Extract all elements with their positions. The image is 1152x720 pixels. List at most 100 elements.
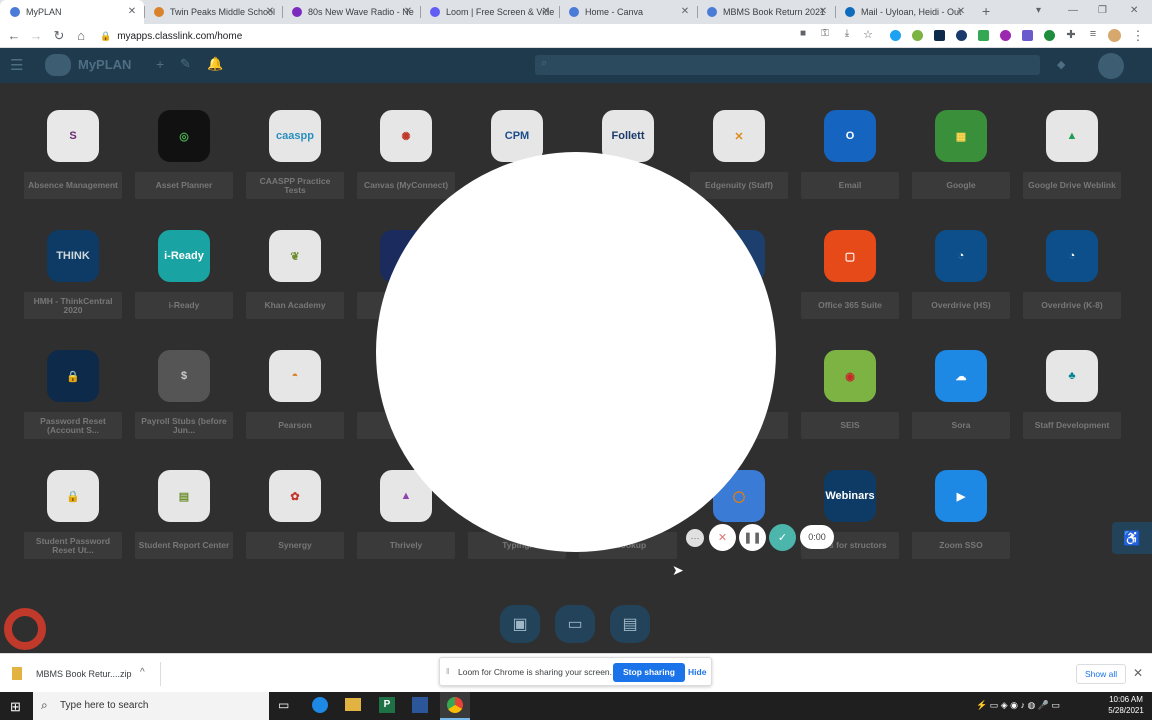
hide-button[interactable]: Hide bbox=[688, 667, 706, 677]
tab-close-icon[interactable]: ✕ bbox=[540, 6, 552, 17]
taskbar-search[interactable]: ⌕ Type here to search bbox=[33, 692, 269, 720]
tab[interactable]: Home - Canva ✕ bbox=[559, 0, 697, 24]
app-label: Absence Management bbox=[24, 172, 122, 199]
extension-icon[interactable] bbox=[890, 30, 901, 41]
tab[interactable]: MBMS Book Return 2021 ✕ bbox=[697, 0, 835, 24]
add-icon[interactable]: + bbox=[156, 56, 164, 72]
edit-icon[interactable]: ✎ bbox=[180, 56, 191, 72]
tab-separator bbox=[835, 6, 836, 18]
tab[interactable]: Loom | Free Screen & Vide ✕ bbox=[420, 0, 558, 24]
back-icon[interactable]: ← bbox=[6, 28, 22, 43]
loom-pause-button[interactable]: ❚❚ bbox=[739, 524, 766, 551]
system-tray-icons[interactable]: ⚡ ▭ ◈ ◉ ♪ ◍ 🎤 ▭ bbox=[976, 700, 1060, 711]
help-lifebuoy-icon[interactable] bbox=[4, 608, 46, 650]
tab[interactable]: MyPLAN ✕ bbox=[0, 0, 144, 24]
tab[interactable]: Twin Peaks Middle School ✕ bbox=[144, 0, 282, 24]
menu-dots-icon[interactable]: ⋮ bbox=[1130, 28, 1146, 44]
app-icon: ☁ bbox=[935, 350, 987, 402]
app-icon: ❦ bbox=[269, 230, 321, 282]
tab-separator bbox=[420, 6, 421, 18]
minimize-icon[interactable]: — bbox=[1068, 5, 1078, 16]
hamburger-icon[interactable]: ☰ bbox=[10, 56, 23, 74]
app-icon: i-Ready bbox=[158, 230, 210, 282]
task-view-icon[interactable]: ▭ bbox=[278, 698, 289, 712]
taskbar-search-placeholder: Type here to search bbox=[60, 700, 149, 711]
app-label: Overdrive (K-8) bbox=[1023, 292, 1121, 319]
close-icon[interactable]: ✕ bbox=[1133, 666, 1143, 680]
app-label: Email bbox=[801, 172, 899, 199]
tab-close-icon[interactable]: ✕ bbox=[817, 6, 829, 17]
address-bar[interactable]: 🔒 myapps.classlink.com/home bbox=[100, 26, 788, 46]
new-tab-icon[interactable]: + bbox=[982, 3, 990, 19]
camera-icon[interactable]: ■ bbox=[795, 28, 811, 39]
window-close-icon[interactable]: ✕ bbox=[1130, 5, 1138, 16]
backpack-icon[interactable]: ▣ bbox=[500, 605, 540, 643]
search-icon: ⌕ bbox=[41, 698, 48, 712]
accessibility-icon[interactable]: ♿ bbox=[1112, 522, 1152, 554]
app-search-input[interactable]: ⌕ bbox=[535, 55, 1040, 75]
tag-icon[interactable]: ◆ bbox=[1057, 58, 1065, 71]
app-icon: $ bbox=[158, 350, 210, 402]
app-label: Khan Academy bbox=[246, 292, 344, 319]
install-icon[interactable]: ⤓ bbox=[839, 28, 855, 39]
loom-cancel-button[interactable]: ✕ bbox=[709, 524, 736, 551]
puzzle-icon[interactable]: ✚ bbox=[1063, 28, 1079, 41]
tab-close-icon[interactable]: ✕ bbox=[955, 6, 967, 17]
tab-close-icon[interactable]: ✕ bbox=[126, 6, 138, 17]
app-icon: THINK bbox=[47, 230, 99, 282]
reload-icon[interactable]: ↻ bbox=[51, 28, 67, 44]
bell-icon[interactable]: 🔔 bbox=[207, 56, 223, 72]
app-label: Synergy bbox=[246, 532, 344, 559]
tab-close-icon[interactable]: ✕ bbox=[264, 6, 276, 17]
drag-handle-icon[interactable]: ‖ bbox=[446, 667, 449, 676]
loom-finish-button[interactable]: ✓ bbox=[769, 524, 796, 551]
loom-camera-bubble[interactable] bbox=[376, 152, 776, 552]
restore-icon[interactable]: ❐ bbox=[1098, 5, 1107, 16]
app-icon[interactable] bbox=[412, 697, 428, 713]
tab-separator bbox=[559, 6, 560, 18]
chrome-taskbar-button[interactable] bbox=[440, 692, 470, 720]
tab-close-icon[interactable]: ✕ bbox=[679, 6, 691, 17]
chevron-up-icon[interactable]: ^ bbox=[140, 667, 145, 678]
folder-icon[interactable]: ▭ bbox=[555, 605, 595, 643]
tab[interactable]: 80s New Wave Radio - Ne ✕ bbox=[282, 0, 420, 24]
key-icon[interactable]: ⚿ bbox=[817, 28, 833, 39]
home-icon[interactable]: ⌂ bbox=[73, 28, 89, 43]
bookmark-star-icon[interactable]: ☆ bbox=[860, 28, 876, 41]
tab-favicon-icon bbox=[10, 7, 20, 17]
app-label: Thrively bbox=[357, 532, 455, 559]
page-content: ☰ MyPLAN + ✎ 🔔 ⌕ ◆ S Absence Management ◎ A… bbox=[0, 48, 1152, 653]
download-filename[interactable]: MBMS Book Retur....zip bbox=[36, 669, 132, 679]
edge-icon[interactable] bbox=[312, 697, 328, 713]
stop-sharing-button[interactable]: Stop sharing bbox=[613, 663, 685, 682]
user-avatar[interactable] bbox=[1098, 53, 1124, 79]
tab-close-icon[interactable]: ✕ bbox=[402, 6, 414, 17]
forward-icon[interactable]: → bbox=[28, 28, 44, 43]
extension-icon[interactable] bbox=[934, 30, 945, 41]
app-label: Asset Planner bbox=[135, 172, 233, 199]
app-icon: O bbox=[824, 110, 876, 162]
tab-search-icon[interactable]: ▾ bbox=[1036, 5, 1041, 16]
tab-favicon-icon bbox=[430, 7, 440, 17]
reading-list-icon[interactable]: ≡ bbox=[1085, 28, 1101, 40]
show-all-button[interactable]: Show all bbox=[1076, 664, 1127, 684]
windows-start-icon[interactable]: ⊞ bbox=[10, 699, 21, 715]
extension-icon[interactable] bbox=[978, 30, 989, 41]
extension-icon[interactable] bbox=[912, 30, 923, 41]
app-icon: ◔ bbox=[1046, 230, 1098, 282]
extension-icon[interactable] bbox=[1022, 30, 1033, 41]
app-label: Student Report Center bbox=[135, 532, 233, 559]
extension-icon[interactable] bbox=[956, 30, 967, 41]
clock-date[interactable]: 5/28/2021 bbox=[1106, 706, 1146, 715]
grammarly-icon[interactable] bbox=[1044, 30, 1055, 41]
publisher-icon[interactable]: P bbox=[379, 697, 395, 713]
loom-more-icon[interactable]: ⋯ bbox=[686, 529, 704, 547]
presentation-icon[interactable]: ▤ bbox=[610, 605, 650, 643]
tab[interactable]: Mail - Uyloan, Heidi - Out ✕ bbox=[835, 0, 973, 24]
share-message: Loom for Chrome is sharing your screen. bbox=[458, 667, 613, 677]
extension-icon[interactable] bbox=[1000, 30, 1011, 41]
profile-avatar[interactable] bbox=[1108, 29, 1121, 42]
clock-time[interactable]: 10:06 AM bbox=[1106, 695, 1146, 704]
file-explorer-icon[interactable] bbox=[345, 698, 361, 711]
app-icon: caaspp bbox=[269, 110, 321, 162]
